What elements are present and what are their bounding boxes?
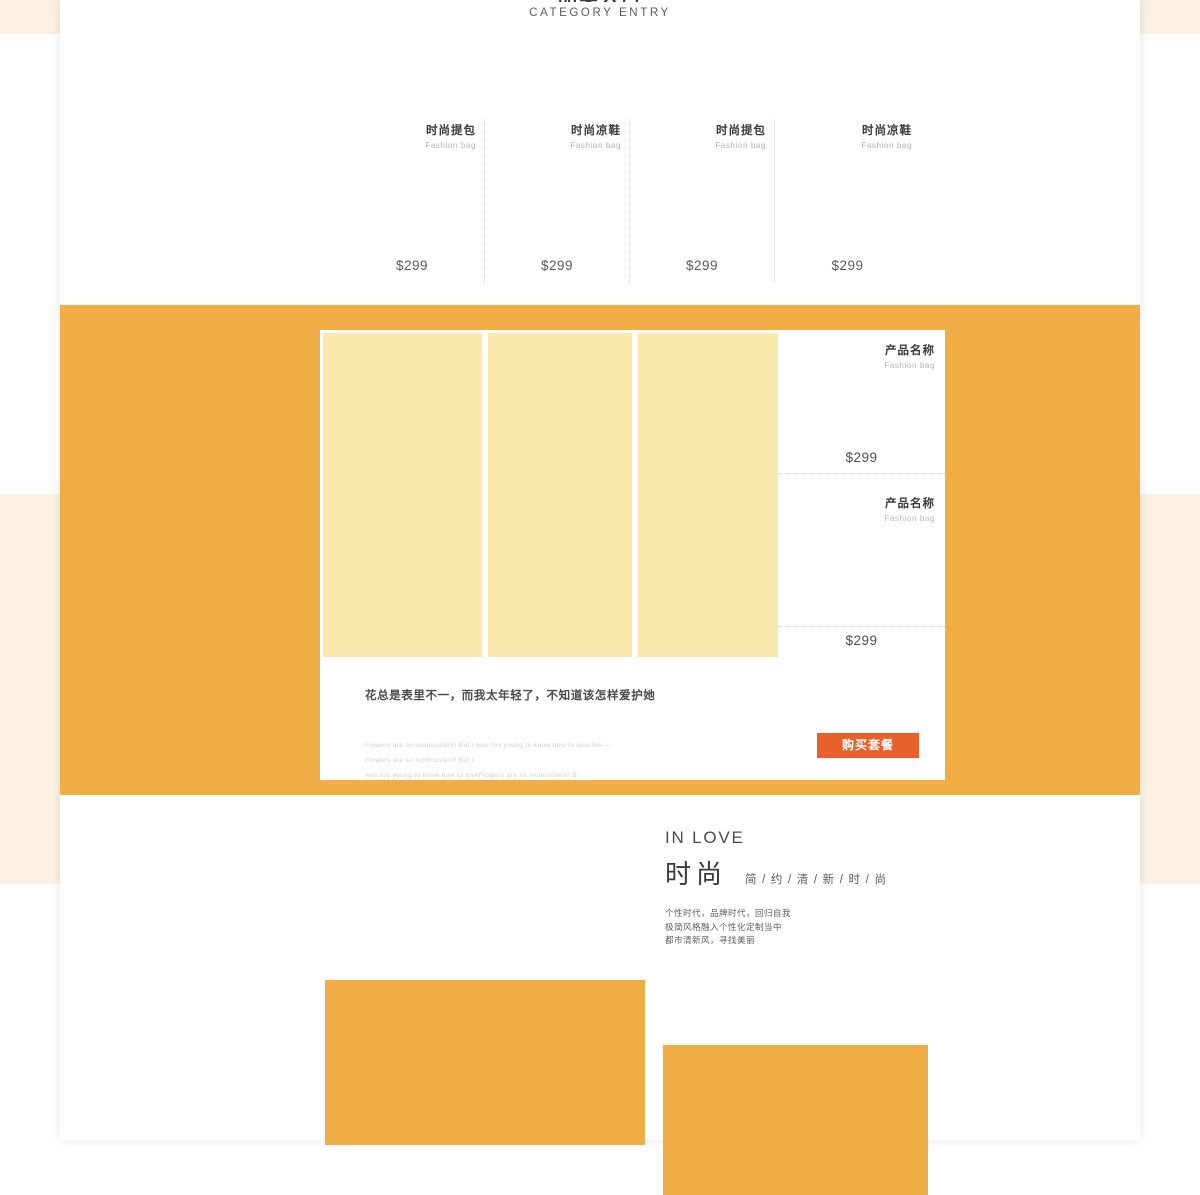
inlove-image-placeholder-right[interactable] [663, 1045, 928, 1195]
category-item-sub: Fashion bag [570, 141, 621, 150]
combo-product-name: 产品名称 [885, 345, 935, 357]
category-grid: 时尚提包 Fashion bag $299 时尚凉鞋 Fashion bag $… [340, 118, 920, 283]
inlove-kicker: IN LOVE [665, 828, 745, 847]
category-item-name: 时尚凉鞋 [862, 125, 912, 137]
combo-product-sub: Fashion bag [884, 361, 935, 370]
category-item-sub: Fashion bag [715, 141, 766, 150]
category-title-cn: 品类入口 [60, 0, 1140, 2]
combo-product-price: $299 [845, 450, 878, 465]
inlove-body-line-1: 个性时代，品牌时代，回归自我 [665, 908, 791, 918]
combo-english-copy: Flowers are so inconsistent! But I was t… [365, 738, 610, 783]
buy-package-button[interactable]: 购买套餐 [817, 733, 919, 758]
page-canvas: 品类入口 CATEGORY ENTRY 时尚提包 Fashion bag $29… [60, 0, 1140, 1195]
category-item-price: $299 [540, 258, 574, 273]
divider-dotted [778, 473, 945, 474]
combo-description-panel: 花总是表里不一，而我太年轻了，不知道该怎样爱护她 Flowers are so … [320, 660, 945, 780]
category-item-price: $299 [831, 258, 864, 273]
combo-section: 产品名称 Fashion bag $299 产品名称 Fashion bag $… [60, 305, 1140, 795]
combo-product-price: $299 [845, 633, 878, 648]
category-item[interactable]: 时尚凉鞋 Fashion bag $299 [485, 118, 630, 283]
inlove-headline: 时尚 [665, 859, 728, 889]
inlove-section: IN LOVE 时尚 简 / 约 / 清 / 新 / 时 / 尚 个性时代，品牌… [60, 795, 1140, 1195]
divider-dotted [778, 626, 945, 627]
combo-card: 产品名称 Fashion bag $299 产品名称 Fashion bag $… [320, 330, 945, 780]
category-item-price: $299 [395, 258, 429, 273]
combo-gallery: 产品名称 Fashion bag $299 产品名称 Fashion bag $… [320, 330, 945, 660]
category-item-sub: Fashion bag [425, 141, 476, 150]
combo-product-name: 产品名称 [885, 498, 935, 510]
category-title-en: CATEGORY ENTRY [529, 7, 671, 19]
product-image-placeholder-2[interactable] [488, 333, 632, 657]
inlove-body-copy: 个性时代，品牌时代，回归自我 极简风格融入个性化定制当中 都市清新风，寻找美丽 [665, 907, 995, 948]
category-item-name: 时尚提包 [716, 125, 766, 137]
combo-slogan: 花总是表里不一，而我太年轻了，不知道该怎样爱护她 [365, 690, 656, 702]
combo-english-line-1: Flowers are so inconsistent! But I was t… [365, 742, 610, 749]
product-image-placeholder-1[interactable] [323, 333, 482, 657]
category-heading: 品类入口 CATEGORY ENTRY [60, 0, 1140, 19]
product-image-placeholder-3[interactable] [638, 333, 778, 657]
inlove-headline-row: 时尚 简 / 约 / 清 / 新 / 时 / 尚 [665, 854, 995, 891]
category-item[interactable]: 时尚提包 Fashion bag $299 [630, 118, 775, 283]
combo-english-line-2: Flowers are so inconsistent! But I [365, 757, 475, 764]
category-item[interactable]: 时尚提包 Fashion bag $299 [340, 118, 485, 283]
inlove-body-line-3: 都市清新风，寻找美丽 [665, 935, 755, 945]
inlove-body-line-2: 极简风格融入个性化定制当中 [665, 921, 782, 932]
combo-product-sub: Fashion bag [884, 514, 935, 523]
combo-english-line-3: was too young to know how to loveFlowers… [365, 772, 578, 779]
combo-product-item[interactable]: 产品名称 Fashion bag $299 [778, 330, 945, 473]
category-item-sub: Fashion bag [861, 141, 912, 150]
inlove-slash-keywords: 简 / 约 / 清 / 新 / 时 / 尚 [745, 874, 888, 886]
combo-product-list: 产品名称 Fashion bag $299 产品名称 Fashion bag $… [778, 330, 945, 660]
inlove-image-placeholder-left[interactable] [325, 980, 645, 1145]
category-entry-section: 品类入口 CATEGORY ENTRY 时尚提包 Fashion bag $29… [60, 0, 1140, 305]
category-item-price: $299 [685, 258, 719, 273]
category-item-name: 时尚提包 [426, 125, 476, 137]
inlove-text-block: IN LOVE 时尚 简 / 约 / 清 / 新 / 时 / 尚 个性时代，品牌… [665, 828, 995, 948]
category-item-name: 时尚凉鞋 [571, 125, 621, 137]
category-item[interactable]: 时尚凉鞋 Fashion bag $299 [775, 118, 920, 283]
combo-product-item[interactable]: 产品名称 Fashion bag $299 [778, 483, 945, 648]
